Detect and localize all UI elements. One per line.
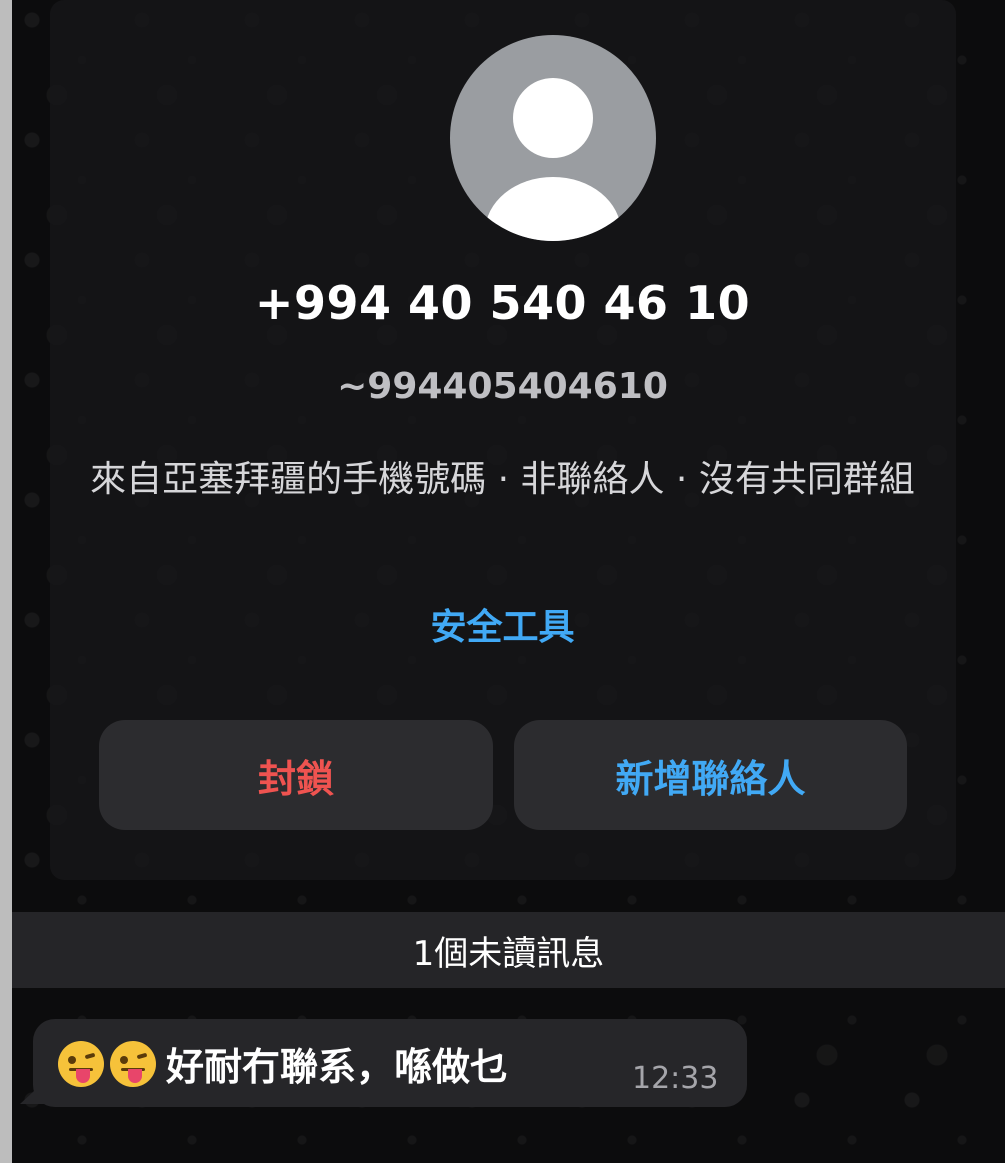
add-contact-button[interactable]: 新增聯絡人 xyxy=(514,720,907,830)
default-avatar-icon[interactable] xyxy=(450,35,656,241)
avatar-body-shape xyxy=(485,177,621,241)
block-button[interactable]: 封鎖 xyxy=(99,720,493,830)
unread-messages-label: 1個未讀訊息 xyxy=(412,933,605,974)
block-button-label: 封鎖 xyxy=(257,756,334,801)
safety-tools-link[interactable]: 安全工具 xyxy=(0,598,1005,650)
zany-face-emoji-icon xyxy=(58,1040,104,1087)
left-edge-frame xyxy=(0,0,12,1163)
contact-phone-number: +994 40 540 46 10 xyxy=(254,276,751,330)
add-contact-button-label: 新增聯絡人 xyxy=(615,756,806,801)
message-bubble-tail xyxy=(20,1078,48,1104)
message-timestamp: 12:33 xyxy=(632,1061,719,1096)
contact-description: 來自亞塞拜疆的手機號碼 · 非聯絡人 · 沒有共同群組 xyxy=(90,459,915,500)
message-content: 好耐冇聯系，喺做乜 xyxy=(58,1036,508,1091)
unread-messages-divider: 1個未讀訊息 xyxy=(12,912,1005,988)
message-text: 好耐冇聯系，喺做乜 xyxy=(166,1045,509,1089)
avatar-head-shape xyxy=(513,78,593,158)
contact-username: ~994405404610 xyxy=(337,366,668,407)
zany-face-emoji-icon xyxy=(110,1040,156,1087)
